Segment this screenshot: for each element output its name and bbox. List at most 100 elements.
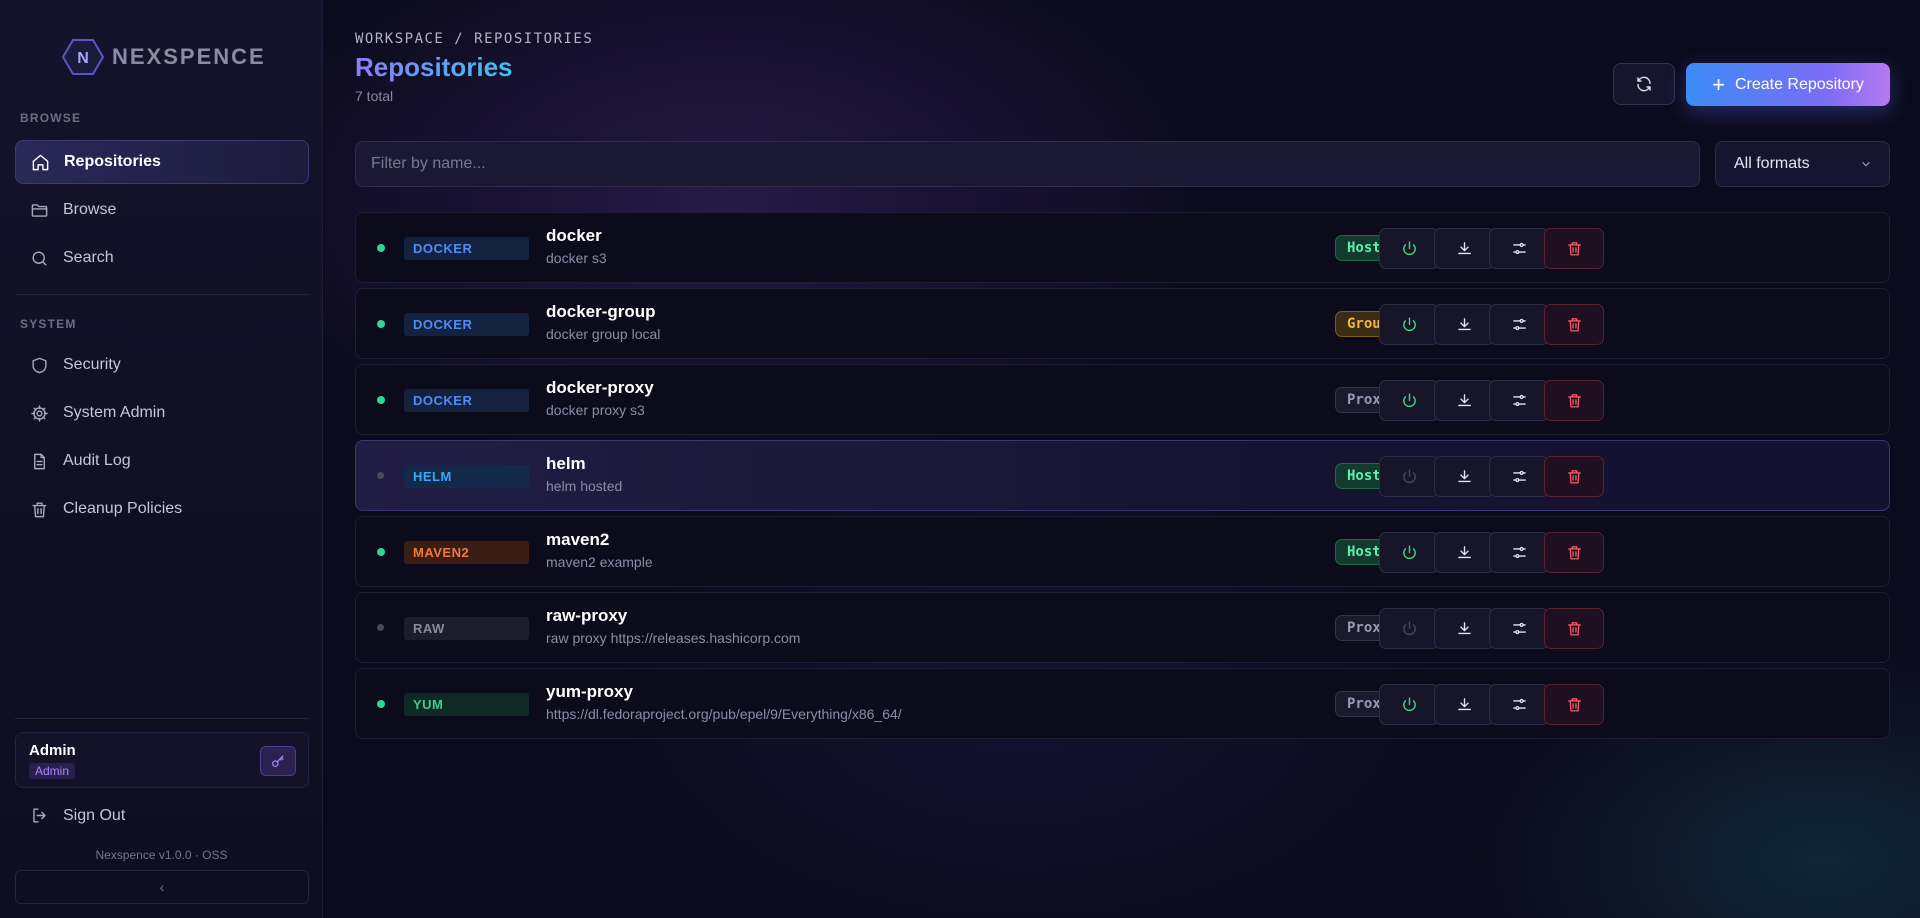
repository-description: maven2 example (546, 554, 653, 570)
create-repository-button[interactable]: + Create Repository (1686, 63, 1890, 106)
status-dot (377, 624, 384, 631)
plus-icon: + (1712, 71, 1725, 97)
collapse-sidebar-button[interactable]: ‹ (15, 870, 309, 904)
download-icon (1457, 318, 1471, 331)
sidebar-item-system-admin[interactable]: System Admin (15, 391, 309, 435)
repository-name[interactable]: docker (546, 226, 602, 246)
refresh-icon (1637, 76, 1651, 92)
delete-button[interactable] (1544, 456, 1604, 497)
delete-button[interactable] (1544, 532, 1604, 573)
repository-count: 7 total (355, 88, 394, 104)
key-icon (272, 755, 284, 767)
status-dot (377, 396, 385, 404)
sidebar-item-cleanup-policies[interactable]: Cleanup Policies (15, 487, 309, 531)
delete-button[interactable] (1544, 608, 1604, 649)
toggle-online-button[interactable] (1379, 456, 1439, 497)
download-icon (1457, 242, 1471, 255)
download-button[interactable] (1434, 228, 1494, 269)
sign-out-button[interactable]: Sign Out (30, 806, 125, 825)
user-role-badge: Admin (29, 763, 76, 779)
sidebar-item-label: Browse (63, 201, 117, 218)
download-button[interactable] (1434, 684, 1494, 725)
settings-button[interactable] (1489, 380, 1549, 421)
download-icon (1457, 698, 1471, 711)
repository-row[interactable]: HELM helm helm hosted Hosted 0 B (355, 440, 1890, 511)
download-button[interactable] (1434, 532, 1494, 573)
download-button[interactable] (1434, 380, 1494, 421)
sliders-icon (1512, 546, 1526, 559)
download-button[interactable] (1434, 456, 1494, 497)
repository-description: https://dl.fedoraproject.org/pub/epel/9/… (546, 706, 902, 722)
settings-button[interactable] (1489, 228, 1549, 269)
sign-out-label: Sign Out (63, 806, 126, 824)
repository-name[interactable]: docker-group (546, 302, 656, 322)
settings-button[interactable] (1489, 608, 1549, 649)
trash-icon (1567, 394, 1581, 408)
sign-out-icon (33, 808, 46, 823)
repository-name[interactable]: helm (546, 454, 586, 474)
delete-button[interactable] (1544, 684, 1604, 725)
repository-name[interactable]: raw-proxy (546, 606, 627, 626)
toggle-online-button[interactable] (1379, 608, 1439, 649)
repository-description: docker proxy s3 (546, 402, 645, 418)
repository-description: docker group local (546, 326, 661, 342)
repository-row[interactable]: DOCKER docker-group docker group local G… (355, 288, 1890, 359)
main-content: WORKSPACE / REPOSITORIES Repositories 7 … (324, 0, 1920, 918)
sidebar-item-label: Security (63, 356, 121, 373)
download-icon (1457, 546, 1471, 559)
sliders-icon (1512, 318, 1526, 331)
toggle-online-button[interactable] (1379, 684, 1439, 725)
format-badge: YUM (404, 693, 529, 716)
sidebar-item-audit-log[interactable]: Audit Log (15, 439, 309, 483)
delete-button[interactable] (1544, 304, 1604, 345)
settings-button[interactable] (1489, 304, 1549, 345)
sliders-icon (1512, 242, 1526, 255)
power-icon (1402, 393, 1416, 408)
power-icon (1402, 241, 1416, 256)
sliders-icon (1512, 394, 1526, 407)
brand[interactable]: N NEXSPENCE (62, 38, 266, 76)
sidebar-item-browse[interactable]: Browse (15, 188, 309, 232)
filter-input[interactable] (355, 141, 1700, 187)
sidebar-item-label: Audit Log (63, 452, 131, 469)
sidebar-item-repositories[interactable]: Repositories (15, 140, 309, 184)
refresh-button[interactable] (1613, 63, 1675, 105)
toggle-online-button[interactable] (1379, 380, 1439, 421)
power-icon (1402, 469, 1416, 484)
settings-button[interactable] (1489, 684, 1549, 725)
trash-icon (1567, 622, 1581, 636)
sidebar-item-label: Repositories (64, 153, 161, 170)
delete-button[interactable] (1544, 228, 1604, 269)
status-dot (377, 548, 385, 556)
status-dot (377, 700, 385, 708)
change-password-button[interactable] (260, 746, 296, 776)
shield-icon (32, 357, 47, 373)
search-icon (32, 250, 47, 266)
sidebar-item-label: System Admin (63, 404, 166, 421)
download-icon (1457, 394, 1471, 407)
repository-name[interactable]: maven2 (546, 530, 609, 550)
download-button[interactable] (1434, 608, 1494, 649)
status-dot (377, 244, 385, 252)
download-button[interactable] (1434, 304, 1494, 345)
settings-button[interactable] (1489, 532, 1549, 573)
repository-row[interactable]: DOCKER docker-proxy docker proxy s3 Prox… (355, 364, 1890, 435)
trash-icon (1567, 470, 1581, 484)
sidebar-item-security[interactable]: Security (15, 343, 309, 387)
trash-icon (1567, 318, 1581, 332)
delete-button[interactable] (1544, 380, 1604, 421)
toggle-online-button[interactable] (1379, 532, 1439, 573)
format-select[interactable]: All formats (1715, 141, 1890, 187)
sidebar-item-search[interactable]: Search (15, 236, 309, 280)
repository-name[interactable]: docker-proxy (546, 378, 654, 398)
power-icon (1402, 621, 1416, 636)
toggle-online-button[interactable] (1379, 304, 1439, 345)
repository-name[interactable]: yum-proxy (546, 682, 633, 702)
settings-button[interactable] (1489, 456, 1549, 497)
repository-row[interactable]: YUM yum-proxy https://dl.fedoraproject.o… (355, 668, 1890, 739)
repository-row[interactable]: MAVEN2 maven2 maven2 example Hosted 0 B (355, 516, 1890, 587)
sliders-icon (1512, 698, 1526, 711)
repository-row[interactable]: DOCKER docker docker s3 Hosted 404.6 MB (355, 212, 1890, 283)
repository-row[interactable]: RAW raw-proxy raw proxy https://releases… (355, 592, 1890, 663)
toggle-online-button[interactable] (1379, 228, 1439, 269)
